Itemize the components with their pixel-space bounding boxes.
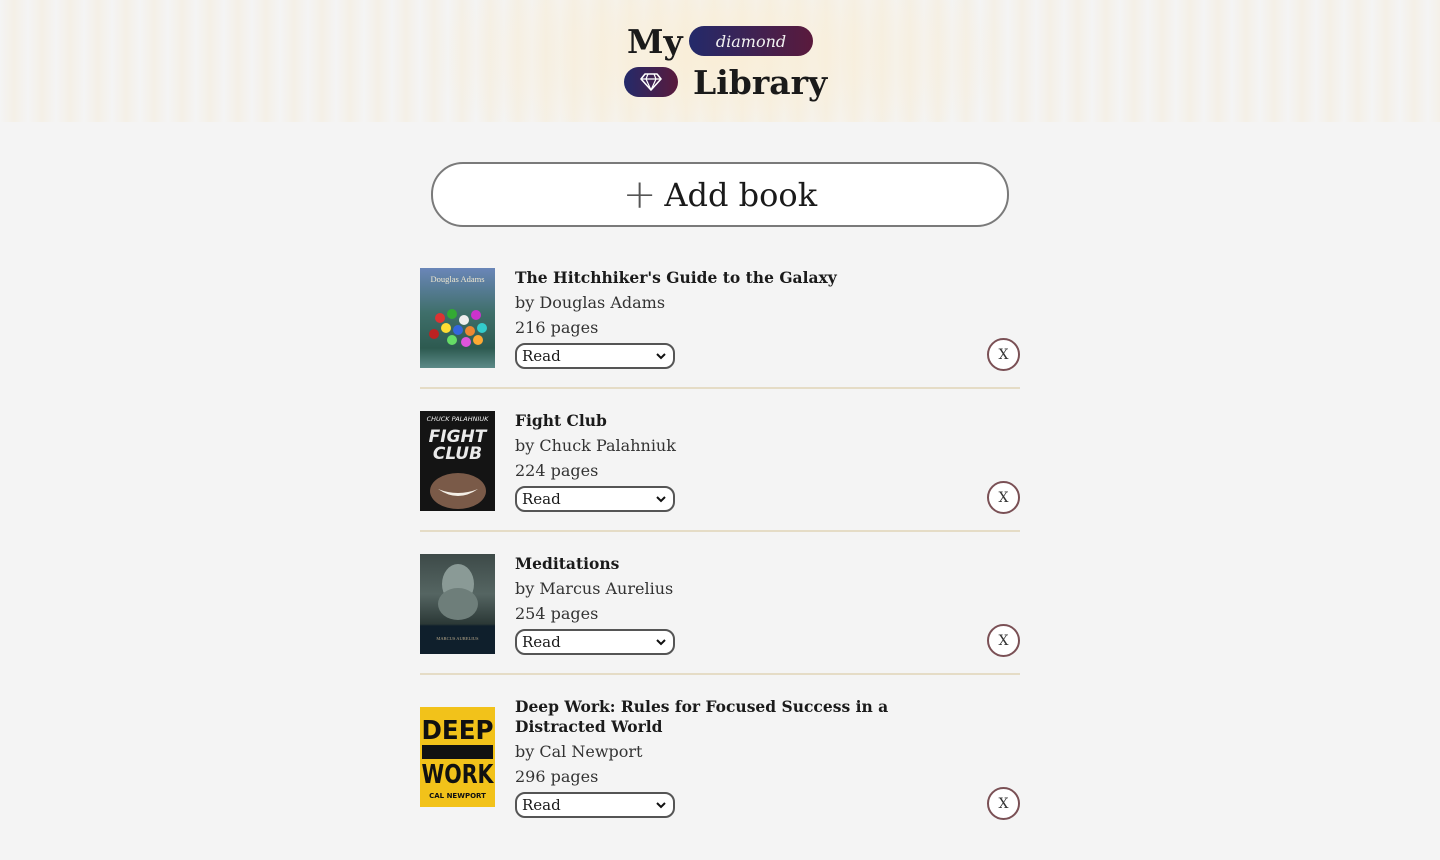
book-pages: 216 pages [515,318,599,337]
remove-book-button[interactable]: X [987,338,1020,371]
book-cover-deep-work: DEEP WORK CAL NEWPORT [420,707,495,807]
cover-author-text: CHUCK PALAHNIUK [427,415,490,423]
chevron-down-icon [656,802,666,809]
book-info: Deep Work: Rules for Focused Success in … [515,697,945,789]
page-title-library: Library [693,63,828,102]
diamond-icon [640,73,662,91]
cover-title-text: DEEP [422,716,494,746]
cover-author-text: MARCUS AURELIUS [436,636,479,641]
status-select[interactable]: Read [515,486,675,512]
book-item: CHUCK PALAHNIUK FIGHT CLUB Fight Club by… [420,411,1020,514]
book-item: MARCUS AURELIUS Meditations by Marcus Au… [420,554,1020,657]
status-select[interactable]: Read [515,792,675,818]
add-book-button[interactable]: + Add book [431,162,1009,227]
book-title: The Hitchhiker's Guide to the Galaxy [515,268,837,287]
book-author: by Chuck Palahniuk [515,436,676,455]
cover-author-text: CAL NEWPORT [429,792,486,800]
status-value: Read [522,347,561,365]
tier-badge: diamond [689,26,813,56]
remove-book-button[interactable]: X [987,787,1020,820]
chevron-down-icon [656,639,666,646]
cover-title-text-2: WORK [422,760,495,790]
divider [420,387,1020,389]
book-info: The Hitchhiker's Guide to the Galaxy by … [515,268,945,340]
book-cover-fight-club: CHUCK PALAHNIUK FIGHT CLUB [420,411,495,511]
remove-book-button[interactable]: X [987,624,1020,657]
book-info: Meditations by Marcus Aurelius 254 pages [515,554,945,626]
status-select[interactable]: Read [515,629,675,655]
add-book-label: Add book [664,175,818,214]
book-author: by Marcus Aurelius [515,579,674,598]
status-value: Read [522,633,561,651]
book-title: Deep Work: Rules for Focused Success in … [515,697,889,736]
book-title: Fight Club [515,411,607,430]
remove-book-button[interactable]: X [987,481,1020,514]
status-value: Read [522,490,561,508]
gem-badge [624,67,678,97]
book-pages: 224 pages [515,461,599,480]
book-pages: 296 pages [515,767,599,786]
book-item: Douglas Adams The Hitchhiker's Guide to … [420,268,1020,371]
book-cover-meditations: MARCUS AURELIUS [420,554,495,654]
book-cover-hitchhiker: Douglas Adams [420,268,495,368]
book-author: by Cal Newport [515,742,643,761]
status-value: Read [522,796,561,814]
book-title: Meditations [515,554,620,573]
book-pages: 254 pages [515,604,599,623]
chevron-down-icon [656,496,666,503]
plus-icon: + [622,171,657,218]
cover-author-text: Douglas Adams [430,274,484,284]
divider [420,530,1020,532]
cover-title-text-2: CLUB [433,444,482,464]
book-info: Fight Club by Chuck Palahniuk 224 pages [515,411,945,483]
book-author: by Douglas Adams [515,293,666,312]
chevron-down-icon [656,353,666,360]
page-title-my: My [627,22,683,61]
book-item: DEEP WORK CAL NEWPORT Deep Work: Rules f… [420,697,1020,820]
status-select[interactable]: Read [515,343,675,369]
divider [420,673,1020,675]
